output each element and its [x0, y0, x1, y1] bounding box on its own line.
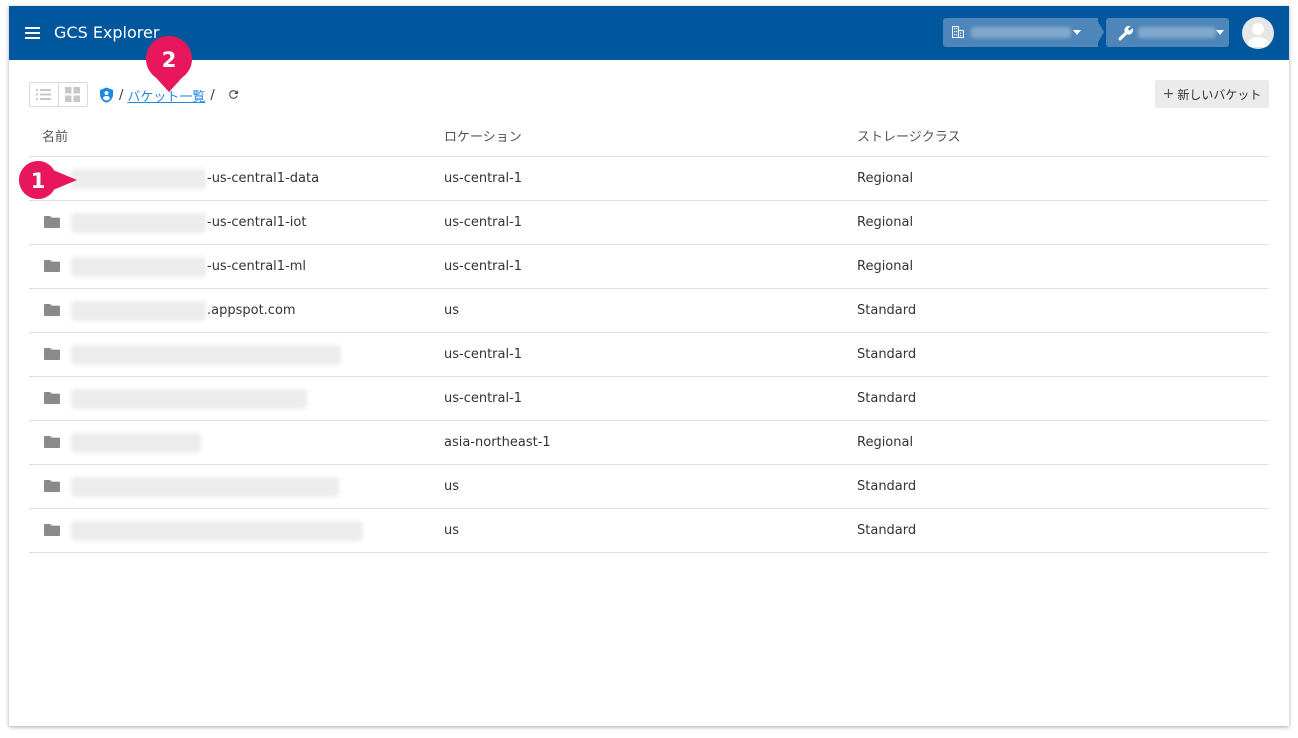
folder-icon [44, 480, 60, 492]
hamburger-menu-icon[interactable] [25, 25, 40, 40]
bucket-location: us-central-1 [444, 347, 523, 362]
bucket-location: us [444, 479, 460, 494]
new-bucket-button[interactable]: + 新しいバケット [1155, 80, 1269, 108]
breadcrumb-separator: / [210, 87, 215, 103]
column-header-location[interactable]: ロケーション [444, 126, 522, 145]
breadcrumb-separator: / [119, 87, 124, 103]
table-row[interactable]: .appspot.com us Standard [29, 289, 1269, 333]
bucket-storage-class: Regional [857, 215, 914, 230]
table-row[interactable]: asia-northeast-1 Regional [29, 421, 1269, 465]
bucket-storage-class: Standard [857, 523, 917, 538]
folder-icon [44, 392, 60, 404]
organization-name-redacted [971, 27, 1071, 38]
bucket-name: -us-central1-iot [207, 215, 307, 230]
list-view-icon[interactable] [30, 83, 59, 106]
callout-marker-1: 1 [19, 161, 77, 199]
bucket-table: 名前 ロケーション ストレージクラス -us-central1-data us-c… [29, 112, 1269, 553]
bucket-name: -us-central1-data [207, 171, 320, 186]
callout-marker-2: 2 [146, 36, 192, 92]
table-row[interactable]: us Standard [29, 509, 1269, 553]
bucket-location: us [444, 523, 460, 538]
column-header-storage-class[interactable]: ストレージクラス [857, 126, 960, 145]
bucket-location: asia-northeast-1 [444, 435, 551, 450]
bucket-storage-class: Standard [857, 347, 917, 362]
bucket-location: us-central-1 [444, 391, 523, 406]
breadcrumb-arrow [1096, 18, 1104, 46]
building-icon [952, 26, 964, 38]
organization-selector[interactable] [943, 18, 1098, 47]
chevron-down-icon [1073, 30, 1081, 35]
bucket-name-redacted [71, 389, 307, 409]
app-header: GCS Explorer [9, 6, 1289, 60]
chevron-down-icon [1216, 30, 1224, 35]
bucket-location: us-central-1 [444, 259, 523, 274]
callout-number-2: 2 [162, 48, 177, 72]
project-name-redacted [1138, 27, 1216, 38]
table-row[interactable]: us-central-1 Standard [29, 377, 1269, 421]
bucket-name-redacted [71, 169, 206, 189]
folder-icon [44, 216, 60, 228]
bucket-storage-class: Regional [857, 259, 914, 274]
table-row[interactable]: -us-central1-data us-central-1 Regional [29, 157, 1269, 201]
table-row[interactable]: us-central-1 Standard [29, 333, 1269, 377]
user-avatar-icon[interactable] [1242, 17, 1274, 49]
bucket-name-redacted [71, 521, 363, 541]
callout-number-1: 1 [31, 169, 46, 193]
bucket-location: us-central-1 [444, 171, 523, 186]
table-header: 名前 ロケーション ストレージクラス [29, 112, 1269, 157]
view-toggle [29, 82, 88, 107]
folder-icon [44, 260, 60, 272]
column-header-name[interactable]: 名前 [42, 126, 68, 145]
folder-icon [44, 348, 60, 360]
bucket-name: -us-central1-ml [207, 259, 307, 274]
bucket-storage-class: Standard [857, 479, 917, 494]
account-shield-icon[interactable] [99, 87, 114, 103]
bucket-name-redacted [71, 301, 206, 321]
bucket-name-redacted [71, 477, 339, 497]
folder-icon [44, 436, 60, 448]
new-bucket-label: 新しいバケット [1177, 87, 1262, 102]
bucket-location: us [444, 303, 460, 318]
bucket-storage-class: Standard [857, 391, 917, 406]
bucket-storage-class: Regional [857, 171, 914, 186]
bucket-name-redacted [71, 433, 201, 453]
folder-icon [44, 524, 60, 536]
bucket-name-redacted [71, 213, 206, 233]
project-selector[interactable] [1106, 18, 1229, 47]
plus-icon: + [1162, 86, 1175, 102]
table-row[interactable]: -us-central1-ml us-central-1 Regional [29, 245, 1269, 289]
bucket-name-redacted [71, 257, 206, 277]
grid-view-icon[interactable] [59, 83, 87, 106]
app-title: GCS Explorer [54, 23, 160, 42]
folder-icon [44, 304, 60, 316]
bucket-location: us-central-1 [444, 215, 523, 230]
refresh-icon[interactable] [227, 88, 241, 102]
bucket-name: .appspot.com [207, 303, 296, 318]
bucket-storage-class: Regional [857, 435, 914, 450]
bucket-storage-class: Standard [857, 303, 917, 318]
app-window: GCS Explorer / バケット一覧 / + 新しいバケット 名前 ロケー… [9, 6, 1289, 726]
table-body: -us-central1-data us-central-1 Regional -us… [29, 157, 1269, 553]
bucket-name-redacted [71, 345, 341, 365]
wrench-icon [1118, 25, 1134, 41]
table-row[interactable]: us Standard [29, 465, 1269, 509]
table-row[interactable]: -us-central1-iot us-central-1 Regional [29, 201, 1269, 245]
